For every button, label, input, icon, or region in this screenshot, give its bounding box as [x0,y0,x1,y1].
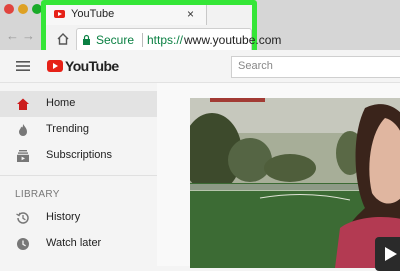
tab-youtube[interactable]: YouTube × [46,5,207,25]
main-content [157,83,400,271]
flame-icon [19,124,27,136]
subscriptions-icon [17,150,29,162]
home-icon[interactable] [56,32,70,46]
omnibox-divider [142,33,143,47]
tab-title: YouTube [71,8,115,20]
search-placeholder: Search [238,60,273,72]
library-heading: LIBRARY [15,189,60,200]
forward-arrow-icon[interactable]: → [22,28,35,43]
window-close-button[interactable] [4,4,14,14]
sidebar-item-label: History [46,211,81,223]
url-scheme: https:// [147,33,184,47]
tab-close-icon[interactable]: × [187,7,194,21]
history-icon [16,212,29,224]
video-thumbnail[interactable] [190,98,400,268]
sidebar: Home Trending Subscriptions LIBRARY Hist… [0,83,157,266]
sidebar-divider [0,175,157,176]
sidebar-item-history[interactable]: History [0,205,157,231]
sidebar-item-watch-later[interactable]: Watch later [0,231,157,257]
hamburger-menu-icon[interactable] [16,61,30,71]
video-still-image [190,98,400,268]
sidebar-item-trending[interactable]: Trending [0,117,157,143]
youtube-logo-icon[interactable] [47,60,63,72]
secure-label: Secure [96,33,135,47]
youtube-favicon-icon [54,10,65,18]
url-text: www.youtube.com [184,33,282,47]
sidebar-item-label: Subscriptions [46,149,113,161]
search-input[interactable]: Search [231,56,400,78]
back-arrow-icon[interactable]: ← [6,28,19,43]
browser-chrome: ← → YouTube × Secure https:// www.youtub… [0,0,400,58]
sidebar-item-subscriptions[interactable]: Subscriptions [0,143,157,169]
youtube-logo-text[interactable]: YouTube [65,58,119,74]
sidebar-item-home[interactable]: Home [0,91,157,117]
lock-icon [83,34,90,45]
sidebar-item-label: Trending [46,123,90,135]
youtube-header: YouTube Search [0,50,400,83]
sidebar-item-label: Watch later [46,237,102,249]
address-bar[interactable]: Secure https:// www.youtube.com [76,28,281,52]
clock-icon [17,238,29,250]
window-minimize-button[interactable] [18,4,28,14]
browser-toolbar: Secure https:// www.youtube.com [46,25,281,53]
home-icon [17,98,29,110]
sidebar-item-label: Home [46,97,76,109]
